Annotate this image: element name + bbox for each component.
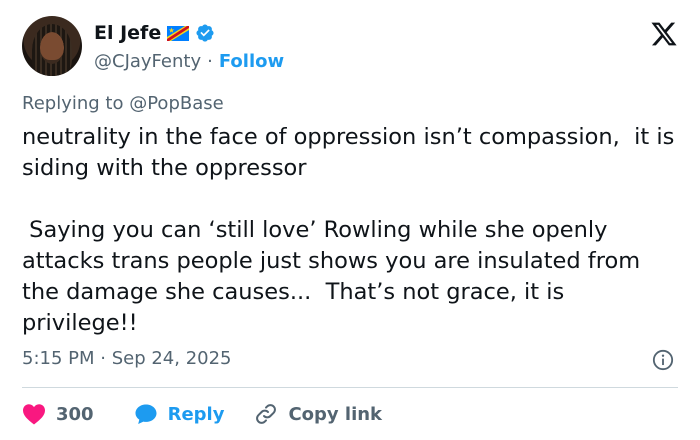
like-button[interactable]: 300: [22, 403, 94, 425]
avatar[interactable]: [22, 16, 82, 76]
tweet-timestamp[interactable]: 5:15 PM · Sep 24, 2025: [22, 348, 232, 369]
separator-dot: ·: [207, 51, 213, 72]
link-icon: [256, 404, 277, 424]
tweet-text: neutrality in the face of oppression isn…: [22, 124, 675, 336]
reply-button[interactable]: Reply: [134, 402, 225, 426]
reply-label: Reply: [167, 403, 225, 425]
display-name[interactable]: El Jefe: [94, 22, 161, 44]
copy-link-label: Copy link: [288, 403, 383, 425]
follow-button[interactable]: Follow: [219, 51, 284, 72]
x-logo-icon[interactable]: [650, 20, 678, 48]
info-icon[interactable]: [652, 349, 674, 371]
author-handle[interactable]: @CJayFenty: [94, 51, 201, 72]
drc-flag-icon: [167, 25, 190, 41]
copy-link-button[interactable]: Copy link: [254, 402, 382, 426]
reply-mention-link[interactable]: @PopBase: [129, 93, 223, 114]
like-count: 300: [56, 403, 94, 425]
verified-badge-icon: [196, 24, 214, 42]
replying-to: Replying to @PopBase: [22, 93, 224, 114]
author-name-row: El Jefe: [94, 22, 215, 44]
reply-bubble-icon: [135, 404, 157, 424]
divider: [22, 387, 678, 388]
action-bar: 300 Reply Copy link: [22, 400, 382, 428]
heart-icon: [23, 404, 45, 425]
replying-prefix: Replying to: [22, 93, 124, 114]
tweet-header: El Jefe @CJayFenty · Follow: [22, 16, 678, 80]
handle-row: @CJayFenty · Follow: [94, 51, 284, 72]
